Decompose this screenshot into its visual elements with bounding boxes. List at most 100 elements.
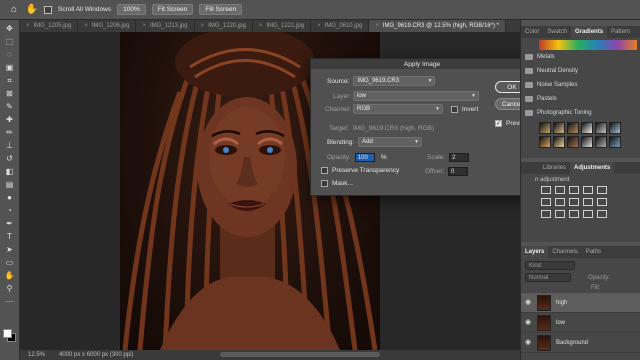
doc-tab[interactable]: × IMG_1220.jpg xyxy=(195,20,253,32)
hue-saturation-icon[interactable] xyxy=(541,198,551,206)
more-tools-icon[interactable]: ⋯ xyxy=(4,297,16,307)
invert-adjust-icon[interactable] xyxy=(541,210,551,218)
opacity-input[interactable]: 100 xyxy=(354,153,375,162)
healing-brush-icon[interactable]: ✚ xyxy=(4,115,16,125)
doc-tab[interactable]: × IMG_1206.jpg xyxy=(78,20,137,32)
eye-icon[interactable]: ◉ xyxy=(525,319,532,326)
hand-icon[interactable]: ✋ xyxy=(26,4,38,16)
fit-screen-button[interactable]: Fit Screen xyxy=(151,4,194,15)
hand-tool-icon[interactable]: ✋ xyxy=(4,271,16,281)
invert-checkbox[interactable] xyxy=(451,105,458,113)
move-tool-icon[interactable]: ✥ xyxy=(4,24,16,34)
threshold-icon[interactable] xyxy=(569,210,579,218)
blur-tool-icon[interactable]: ● xyxy=(4,193,16,203)
close-icon[interactable]: × xyxy=(259,23,263,29)
gradient-map-icon[interactable] xyxy=(583,210,593,218)
gradient-group[interactable]: Pastels xyxy=(521,92,640,106)
gradient-group[interactable]: Neutral Density xyxy=(521,64,640,78)
eraser-tool-icon[interactable]: ◧ xyxy=(4,167,16,177)
tab-layers[interactable]: Layers xyxy=(521,246,549,258)
gradient-swatch[interactable] xyxy=(567,136,579,148)
zoom-level[interactable]: 12.5% xyxy=(28,352,45,358)
zoom-tool-icon[interactable]: ⚲ xyxy=(4,284,16,294)
channel-select[interactable]: RGB ▼ xyxy=(353,104,443,114)
gradient-swatch[interactable] xyxy=(595,136,607,148)
history-brush-icon[interactable]: ↺ xyxy=(4,154,16,164)
doc-tab[interactable]: × IMG_1205.jpg xyxy=(20,20,79,32)
offset-input[interactable]: 0 xyxy=(448,167,469,176)
color-balance-icon[interactable] xyxy=(555,198,565,206)
gradient-swatch[interactable] xyxy=(609,136,621,148)
gradient-swatch[interactable] xyxy=(595,122,607,134)
tab-gradients[interactable]: Gradients xyxy=(571,26,608,38)
gradient-swatch[interactable] xyxy=(609,122,621,134)
brush-tool-icon[interactable]: ✏ xyxy=(4,128,16,138)
layer-row[interactable]: ◉ Background xyxy=(521,333,640,353)
layer-row[interactable]: ◉ high xyxy=(521,293,640,313)
shape-tool-icon[interactable]: ▭ xyxy=(4,258,16,268)
doc-tab[interactable]: × IMG_0610.jpg xyxy=(311,20,370,32)
tab-color[interactable]: Color xyxy=(521,26,543,38)
eye-icon[interactable]: ◉ xyxy=(525,339,532,346)
gradient-group[interactable]: Noise Samples xyxy=(521,78,640,92)
zoom-100-button[interactable]: 100% xyxy=(117,4,146,15)
layer-row[interactable]: ◉ low xyxy=(521,313,640,333)
brightness-icon[interactable] xyxy=(541,186,551,194)
gradient-swatch[interactable] xyxy=(539,122,551,134)
gradient-swatch[interactable] xyxy=(581,122,593,134)
home-icon[interactable]: ⌂ xyxy=(8,4,20,16)
scale-input[interactable]: 2 xyxy=(449,153,470,162)
gradient-swatch[interactable] xyxy=(553,136,565,148)
horizontal-scrollbar[interactable] xyxy=(220,352,380,357)
tab-patterns[interactable]: Pattern xyxy=(607,26,634,38)
black-white-icon[interactable] xyxy=(569,198,579,206)
doc-tab[interactable]: × IMG_1221.jpg xyxy=(253,20,312,32)
foreground-color-swatch[interactable] xyxy=(3,329,12,338)
path-select-icon[interactable]: ➤ xyxy=(4,245,16,255)
gradient-swatch[interactable] xyxy=(553,122,565,134)
object-select-tool-icon[interactable]: ▣ xyxy=(4,63,16,73)
doc-tab[interactable]: × IMG_1213.jpg xyxy=(136,20,195,32)
lasso-tool-icon[interactable]: ◌ xyxy=(4,50,16,60)
layer-filter-select[interactable]: Kind xyxy=(525,261,575,270)
crop-tool-icon[interactable]: ⌗ xyxy=(4,76,16,86)
fill-screen-button[interactable]: Fill Screen xyxy=(199,4,243,15)
doc-tab-active[interactable]: × IMG_9619.CR3 @ 12.5% (high, RGB/16*) * xyxy=(369,20,506,32)
gradient-preset-row[interactable] xyxy=(539,40,637,50)
layer-select[interactable]: low ▼ xyxy=(353,91,479,101)
gradient-group[interactable]: Metals xyxy=(521,50,640,64)
scroll-all-checkbox[interactable] xyxy=(44,5,52,14)
close-icon[interactable]: × xyxy=(201,23,205,29)
preserve-transparency-checkbox[interactable] xyxy=(321,167,328,174)
type-tool-icon[interactable]: T xyxy=(4,232,16,242)
marquee-tool-icon[interactable]: ⬚ xyxy=(4,37,16,47)
tab-paths[interactable]: Paths xyxy=(582,246,605,258)
photo-filter-icon[interactable] xyxy=(583,198,593,206)
levels-icon[interactable] xyxy=(555,186,565,194)
gradient-swatch[interactable] xyxy=(581,136,593,148)
close-icon[interactable]: × xyxy=(317,23,321,29)
gradient-group[interactable]: Photographic Toning xyxy=(521,106,640,120)
frame-tool-icon[interactable]: ⊠ xyxy=(4,89,16,99)
mask-checkbox[interactable] xyxy=(321,180,328,187)
curves-icon[interactable] xyxy=(569,186,579,194)
gradient-swatch[interactable] xyxy=(539,136,551,148)
close-icon[interactable]: × xyxy=(375,23,379,29)
vibrance-icon[interactable] xyxy=(597,186,607,194)
pen-tool-icon[interactable]: ✒ xyxy=(4,219,16,229)
tab-swatches[interactable]: Swatch xyxy=(543,26,571,38)
source-select[interactable]: IMG_9619.CR3 ▼ xyxy=(353,76,436,86)
gradient-tool-icon[interactable]: ▤ xyxy=(4,180,16,190)
dodge-tool-icon[interactable]: ◔ xyxy=(4,206,16,216)
close-icon[interactable]: × xyxy=(26,23,30,29)
exposure-icon[interactable] xyxy=(583,186,593,194)
posterize-icon[interactable] xyxy=(555,210,565,218)
clone-stamp-icon[interactable]: ⊥ xyxy=(4,141,16,151)
channel-mixer-icon[interactable] xyxy=(597,198,607,206)
tab-channels[interactable]: Channels xyxy=(548,246,581,258)
blending-select[interactable]: Add ▼ xyxy=(358,137,423,147)
eyedropper-tool-icon[interactable]: ✎ xyxy=(4,102,16,112)
close-icon[interactable]: × xyxy=(142,23,146,29)
eye-icon[interactable]: ◉ xyxy=(525,299,532,306)
close-icon[interactable]: × xyxy=(84,23,88,29)
